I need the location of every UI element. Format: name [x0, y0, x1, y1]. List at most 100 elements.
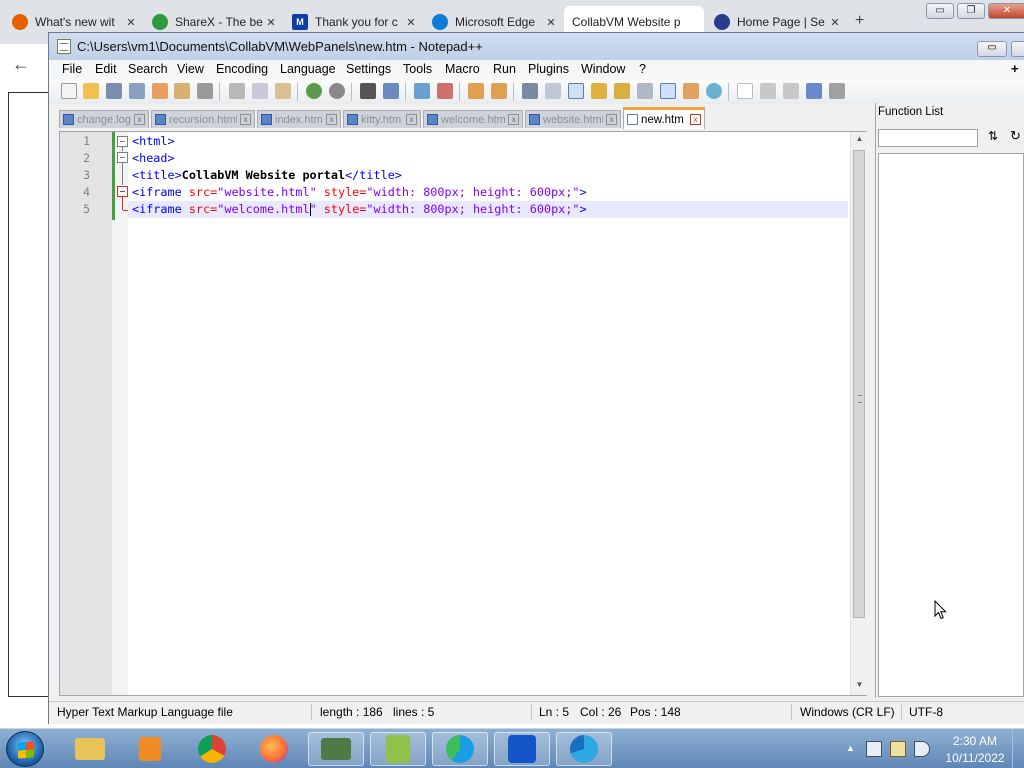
close-tab-icon[interactable]: x — [406, 114, 417, 125]
cut-icon[interactable] — [229, 83, 245, 99]
menu-macro[interactable]: Macro — [445, 62, 480, 76]
close-tab-icon[interactable]: x — [606, 114, 617, 125]
play-macro-icon[interactable] — [783, 83, 799, 99]
menu-edit[interactable]: Edit — [95, 62, 117, 76]
taskbar-file-explorer[interactable] — [62, 732, 118, 766]
indent-guide-icon[interactable] — [568, 83, 584, 99]
npp-titlebar[interactable]: C:\Users\vm1\Documents\CollabVM\WebPanel… — [49, 33, 1024, 60]
close-tab-icon[interactable]: x — [240, 114, 251, 125]
menu-run[interactable]: Run — [493, 62, 516, 76]
redo-icon[interactable] — [329, 83, 345, 99]
open-folder-icon[interactable] — [83, 83, 99, 99]
close-all-icon[interactable] — [174, 83, 190, 99]
run-macro-multiple-icon[interactable] — [806, 83, 822, 99]
fold-collapse-icon[interactable] — [117, 152, 128, 163]
vertical-scrollbar[interactable]: ▲ ▼ — [850, 132, 867, 695]
print-icon[interactable] — [197, 83, 213, 99]
menu-encoding[interactable]: Encoding — [216, 62, 268, 76]
replace-icon[interactable] — [383, 83, 399, 99]
fold-collapse-icon[interactable] — [117, 186, 128, 197]
new-file-icon[interactable] — [61, 83, 77, 99]
doc-tab-recursion-html[interactable]: recursion.html x — [151, 110, 255, 128]
record-macro-icon[interactable] — [737, 83, 753, 99]
close-tab-icon[interactable]: x — [690, 114, 701, 125]
monitoring-icon[interactable] — [706, 83, 722, 99]
taskbar-firefox[interactable] — [246, 732, 302, 766]
start-button[interactable] — [6, 731, 44, 767]
word-wrap-icon[interactable] — [522, 83, 538, 99]
network-icon[interactable] — [866, 741, 882, 757]
taskbar-terminal[interactable] — [308, 732, 364, 766]
close-file-icon[interactable] — [152, 83, 168, 99]
close-tab-icon[interactable]: x — [508, 114, 519, 125]
menu-plugins[interactable]: Plugins — [528, 62, 569, 76]
save-all-icon[interactable] — [129, 83, 145, 99]
new-tab-button[interactable]: + — [855, 12, 864, 30]
menu-language[interactable]: Language — [280, 62, 336, 76]
document-map-icon[interactable] — [614, 83, 630, 99]
function-search-input[interactable] — [878, 129, 978, 147]
show-desktop-button[interactable] — [1012, 729, 1024, 768]
npp-minimize-button[interactable]: ▭ — [977, 41, 1007, 57]
close-icon[interactable]: ✕ — [124, 16, 138, 29]
menu-settings[interactable]: Settings — [346, 62, 391, 76]
copy-icon[interactable] — [252, 83, 268, 99]
show-hidden-icons-arrow-icon[interactable]: ▲ — [846, 743, 855, 753]
save-macro-icon[interactable] — [829, 83, 845, 99]
menu-file[interactable]: File — [62, 62, 82, 76]
npp-maximize-button[interactable] — [1011, 41, 1024, 57]
status-eol[interactable]: Windows (CR LF) — [800, 705, 895, 719]
taskbar-media-player[interactable] — [122, 732, 178, 766]
close-icon[interactable]: ✕ — [404, 16, 418, 29]
zoom-in-icon[interactable] — [414, 83, 430, 99]
sync-horizontal-icon[interactable] — [491, 83, 507, 99]
status-encoding[interactable]: UTF-8 — [909, 705, 943, 719]
doc-tab-kitty-htm[interactable]: kitty.htm x — [343, 110, 421, 128]
paste-icon[interactable] — [275, 83, 291, 99]
close-icon[interactable]: ✕ — [544, 16, 558, 29]
menu-view[interactable]: View — [177, 62, 204, 76]
folder-as-workspace-icon[interactable] — [683, 83, 699, 99]
zoom-out-icon[interactable] — [437, 83, 453, 99]
browser-minimize-button[interactable]: ▭ — [926, 3, 954, 19]
browser-close-button[interactable]: ✕ — [988, 3, 1024, 19]
close-tab-icon[interactable]: x — [134, 114, 145, 125]
clock-date[interactable]: 10/11/2022 — [942, 751, 1008, 765]
function-tree[interactable] — [878, 153, 1024, 697]
close-icon[interactable]: ✕ — [264, 16, 278, 29]
scrollbar-thumb[interactable] — [853, 150, 865, 618]
document-list-icon[interactable] — [637, 83, 653, 99]
sync-vertical-icon[interactable] — [468, 83, 484, 99]
menu-search[interactable]: Search — [128, 62, 168, 76]
doc-tab-new-htm-active[interactable]: new.htm x — [623, 107, 705, 129]
scroll-down-arrow-icon[interactable]: ▼ — [851, 680, 868, 689]
user-defined-language-icon[interactable] — [591, 83, 607, 99]
clock-time[interactable]: 2:30 AM — [950, 734, 1000, 748]
menu-plus-button[interactable]: + — [1011, 61, 1019, 76]
taskbar-malwarebytes[interactable] — [494, 732, 550, 766]
taskbar-chrome[interactable] — [184, 732, 240, 766]
browser-restore-button[interactable]: ❐ — [957, 3, 985, 19]
find-icon[interactable] — [360, 83, 376, 99]
menu-help[interactable]: ? — [639, 62, 646, 76]
taskbar-edge-beta[interactable] — [556, 732, 612, 766]
function-list-icon[interactable] — [660, 83, 676, 99]
taskbar-edge[interactable] — [432, 732, 488, 766]
menu-tools[interactable]: Tools — [403, 62, 432, 76]
reload-icon[interactable]: ↻ — [1010, 128, 1024, 144]
close-tab-icon[interactable]: x — [326, 114, 337, 125]
show-all-characters-icon[interactable] — [545, 83, 561, 99]
doc-tab-index-html[interactable]: index.html x — [257, 110, 341, 128]
code-editor[interactable]: 1 2 3 4 5 <html> <head> <title>CollabVM … — [59, 131, 867, 696]
sort-icon[interactable]: ⇅ — [984, 129, 1002, 143]
stop-macro-icon[interactable] — [760, 83, 776, 99]
close-icon[interactable]: ✕ — [828, 16, 842, 29]
save-icon[interactable] — [106, 83, 122, 99]
doc-tab-change-log[interactable]: change.log x — [59, 110, 149, 128]
menu-window[interactable]: Window — [581, 62, 625, 76]
fold-collapse-icon[interactable] — [117, 136, 128, 147]
volume-icon[interactable] — [914, 741, 930, 757]
undo-icon[interactable] — [306, 83, 322, 99]
taskbar-notepad-plus-plus[interactable] — [370, 732, 426, 766]
back-arrow-icon[interactable]: ← — [12, 54, 30, 75]
